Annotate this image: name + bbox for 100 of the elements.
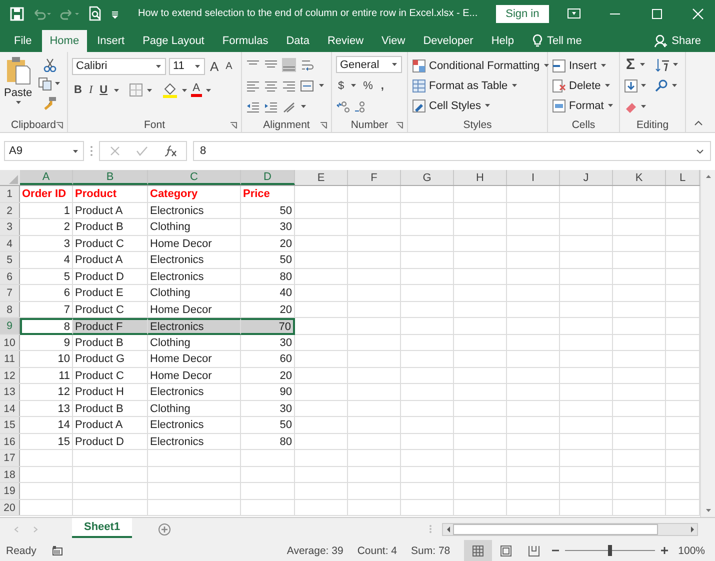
underline-button[interactable]: U (98, 84, 110, 96)
decrease-indent-icon[interactable] (246, 100, 260, 114)
dialog-launcher-icon[interactable] (230, 122, 237, 128)
column-header[interactable]: E (295, 170, 348, 186)
row-header[interactable]: 20 (0, 500, 20, 516)
row-header[interactable]: 8 (0, 302, 20, 318)
collapse-ribbon-icon[interactable] (694, 120, 703, 126)
sign-in-button[interactable]: Sign in (496, 4, 550, 23)
styles-menu-button[interactable]: Cell Styles (429, 100, 481, 112)
row-header[interactable]: 7 (0, 285, 20, 301)
borders-icon[interactable] (128, 83, 143, 98)
increase-font-size-button[interactable]: A (208, 58, 221, 74)
dialog-launcher-icon[interactable] (56, 122, 63, 128)
increase-indent-icon[interactable] (264, 100, 278, 114)
sheet-tab[interactable]: Sheet1 (72, 518, 132, 538)
name-box[interactable]: A9 (4, 141, 84, 162)
customize-toolbar-icon[interactable] (110, 8, 120, 19)
horizontal-scrollbar[interactable] (442, 522, 698, 536)
formula-input-field[interactable]: 8 (193, 141, 711, 162)
fill-color-icon[interactable] (162, 82, 178, 98)
save-icon[interactable] (10, 6, 24, 21)
copy-icon[interactable] (38, 76, 52, 91)
autosum-button[interactable]: Σ (624, 56, 638, 74)
ribbon-tab[interactable]: Home (42, 30, 88, 52)
ribbon-tab[interactable]: View (374, 30, 414, 52)
ribbon-tab[interactable]: File (6, 30, 40, 52)
insert-function-icon[interactable] (164, 145, 178, 158)
zoom-percentage[interactable]: 100% (678, 544, 705, 557)
fill-down-icon[interactable] (624, 78, 638, 93)
drag-handle-icon[interactable] (90, 145, 93, 158)
styles-menu-button[interactable]: Format as Table (429, 80, 508, 92)
search-icon[interactable] (655, 78, 669, 93)
cells-menu-button[interactable]: Format (569, 100, 604, 112)
font-name-dropdown[interactable]: Calibri (72, 58, 166, 75)
row-header[interactable]: 12 (0, 368, 20, 384)
percent-button[interactable]: % (361, 80, 375, 92)
row-header[interactable]: 17 (0, 450, 20, 466)
column-header[interactable]: F (348, 170, 401, 186)
cells-menu-button[interactable]: Delete (569, 80, 601, 92)
column-header[interactable]: J (560, 170, 613, 186)
share-button[interactable]: Share (672, 34, 701, 47)
merge-cells-icon[interactable] (300, 78, 314, 93)
row-header[interactable]: 9 (0, 318, 20, 334)
row-header[interactable]: 13 (0, 384, 20, 400)
cells-menu-button[interactable]: Insert (569, 60, 597, 72)
align-left-icon[interactable] (246, 78, 260, 93)
font-color-button[interactable]: A (190, 83, 202, 98)
column-header[interactable]: C (148, 170, 241, 186)
row-header[interactable]: 11 (0, 351, 20, 367)
font-size-dropdown[interactable]: 11 (169, 58, 205, 75)
zoom-slider-thumb[interactable] (608, 545, 612, 556)
row-header[interactable]: 14 (0, 400, 20, 416)
italic-button[interactable]: I (86, 84, 95, 96)
row-header[interactable]: 4 (0, 236, 20, 252)
wrap-text-icon[interactable] (300, 58, 314, 72)
row-header[interactable]: 3 (0, 219, 20, 235)
vertical-scrollbar[interactable] (700, 170, 715, 518)
ribbon-tab[interactable]: Review (319, 30, 372, 52)
number-format-dropdown[interactable]: General (336, 56, 402, 74)
column-header[interactable]: H (454, 170, 507, 186)
column-header[interactable]: K (613, 170, 666, 186)
scroll-up-icon[interactable] (704, 174, 712, 180)
dialog-launcher-icon[interactable] (320, 122, 327, 128)
align-center-icon[interactable] (264, 78, 278, 93)
comma-style-button[interactable]: , (378, 80, 386, 92)
row-header[interactable]: 16 (0, 434, 20, 450)
scrollbar-thumb[interactable] (453, 524, 658, 535)
undo-icon[interactable] (32, 8, 52, 20)
row-header[interactable]: 2 (0, 202, 20, 218)
scroll-down-icon[interactable] (704, 508, 712, 514)
ribbon-tab[interactable]: Developer (415, 30, 482, 52)
ribbon-tab[interactable]: Page Layout (134, 30, 212, 52)
decrease-font-size-button[interactable]: A (224, 60, 234, 72)
column-header[interactable]: A (20, 170, 73, 186)
row-header[interactable]: 1 (0, 186, 20, 202)
row-header[interactable]: 18 (0, 466, 20, 482)
align-right-icon[interactable] (282, 78, 296, 93)
paste-button[interactable]: Paste (4, 56, 32, 118)
bottom-align-icon[interactable] (282, 58, 296, 72)
column-header[interactable]: I (507, 170, 560, 186)
macro-recording-icon[interactable] (52, 545, 64, 556)
currency-button[interactable]: $ (336, 80, 346, 92)
ribbon-tab[interactable]: Help (483, 30, 522, 52)
row-header[interactable]: 19 (0, 483, 20, 499)
expand-formula-bar-icon[interactable] (696, 148, 704, 154)
bold-button[interactable]: B (72, 84, 84, 96)
row-header[interactable]: 6 (0, 268, 20, 284)
ribbon-tab[interactable]: Data (278, 30, 318, 52)
normal-view-icon[interactable] (464, 540, 492, 561)
redo-icon[interactable] (60, 8, 80, 20)
sort-filter-icon[interactable] (654, 58, 670, 72)
row-header[interactable]: 5 (0, 252, 20, 268)
tell-me-search[interactable]: Tell me (546, 34, 582, 47)
styles-menu-button[interactable]: Conditional Formatting (429, 60, 540, 72)
split-handle-icon[interactable] (429, 524, 432, 534)
print-preview-icon[interactable] (88, 6, 102, 22)
increase-decimal-icon[interactable] (336, 100, 350, 114)
row-header[interactable]: 15 (0, 417, 20, 433)
ribbon-tab[interactable]: Formulas (214, 30, 276, 52)
orientation-icon[interactable] (282, 100, 296, 114)
